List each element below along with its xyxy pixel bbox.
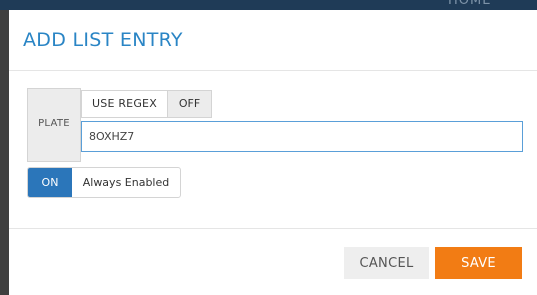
add-list-entry-dialog: ADD LIST ENTRY PLATE USE REGEX OFF ON Al… xyxy=(9,10,537,295)
plate-label: PLATE xyxy=(38,118,70,129)
background-nav-text: HOME xyxy=(448,0,492,8)
dialog-title: ADD LIST ENTRY xyxy=(23,29,183,51)
always-enabled-control: ON Always Enabled xyxy=(27,167,181,198)
save-button[interactable]: SAVE xyxy=(435,247,522,279)
background-page-edge xyxy=(0,10,9,295)
use-regex-control: USE REGEX OFF xyxy=(81,90,212,118)
use-regex-label: USE REGEX xyxy=(82,91,168,117)
cancel-button[interactable]: CANCEL xyxy=(344,247,429,279)
always-enabled-toggle[interactable]: ON xyxy=(28,168,72,197)
footer-divider xyxy=(9,228,537,229)
use-regex-toggle[interactable]: OFF xyxy=(168,91,211,117)
always-enabled-label: Always Enabled xyxy=(82,176,170,189)
plate-input[interactable] xyxy=(81,121,523,152)
plate-field-label-box: PLATE xyxy=(27,88,81,162)
dialog-header: ADD LIST ENTRY xyxy=(9,10,537,71)
background-page-header: HOME xyxy=(0,0,537,10)
